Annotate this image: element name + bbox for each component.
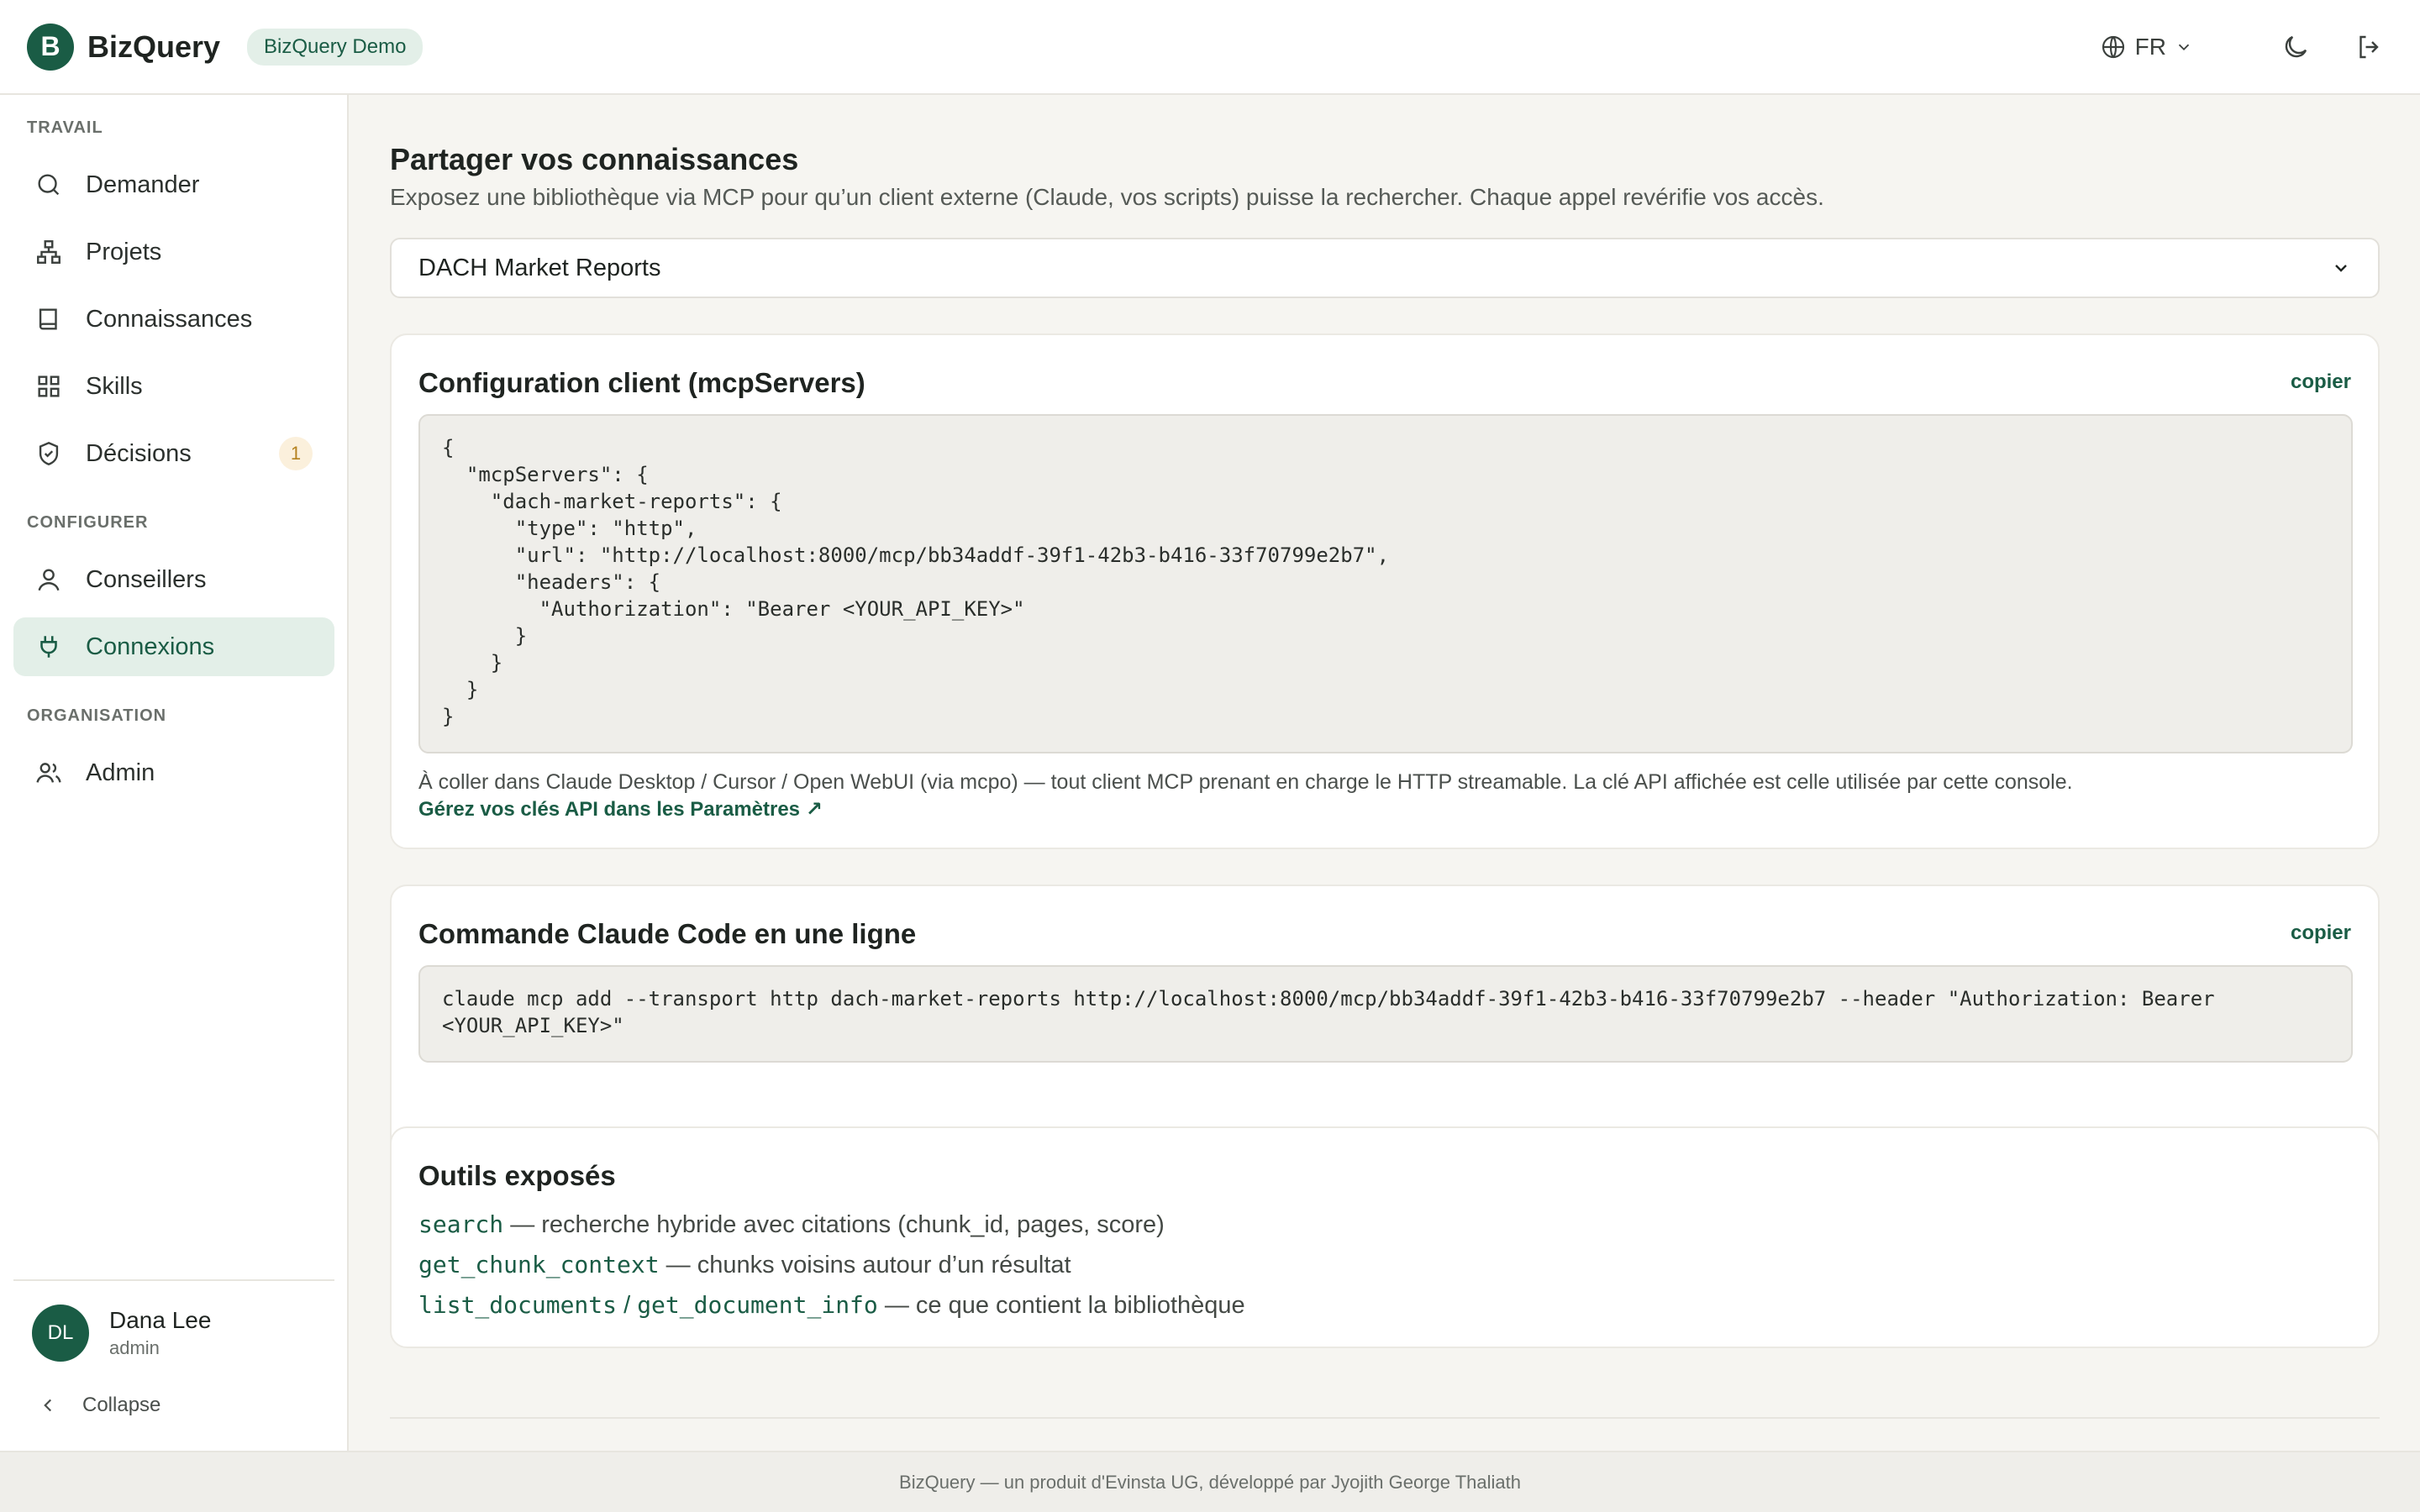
library-select-value: DACH Market Reports — [418, 254, 661, 281]
sidebar-item-label: Décisions — [86, 439, 192, 467]
config-card-title: Configuration client (mcpServers) — [418, 367, 865, 398]
config-note: À coller dans Claude Desktop / Cursor / … — [418, 770, 2073, 794]
copy-command-button[interactable]: copier — [2291, 921, 2351, 945]
plug-icon — [34, 632, 64, 662]
sidebar-item-label: Connaissances — [86, 305, 253, 333]
tool-name: list_documents — [418, 1291, 618, 1319]
chevron-left-icon — [37, 1394, 59, 1416]
sidebar-item-connaissances[interactable]: Connaissances — [13, 290, 334, 349]
tool-item: search — recherche hybride avec citation… — [418, 1210, 1165, 1239]
sidebar-item-decisions[interactable]: Décisions 1 — [13, 424, 334, 483]
page-subtitle: Exposez une bibliothèque via MCP pour qu… — [390, 184, 1824, 210]
collapse-label: Collapse — [82, 1394, 161, 1416]
collapse-button[interactable]: Collapse — [37, 1394, 160, 1417]
sidebar-item-label: Demander — [86, 171, 200, 198]
tool-description: — recherche hybride avec citations (chun… — [503, 1211, 1165, 1238]
sidebar-item-skills[interactable]: Skills — [13, 357, 334, 416]
tool-description: — ce que contient la bibliothèque — [877, 1292, 1245, 1319]
user-icon — [34, 564, 64, 595]
top-bar: B BizQuery BizQuery Demo FR — [0, 0, 2420, 95]
users-icon — [34, 758, 64, 788]
globe-icon — [2100, 34, 2127, 60]
footer: BizQuery — un produit d'Evinsta UG, déve… — [0, 1451, 2420, 1512]
decisions-count-badge: 1 — [279, 437, 313, 470]
footer-text: BizQuery — un produit d'Evinsta UG, déve… — [899, 1471, 1521, 1493]
tools-card-title: Outils exposés — [418, 1160, 616, 1191]
logo-icon: B — [27, 23, 74, 71]
config-card: Configuration client (mcpServers) copier… — [390, 333, 2380, 849]
grid-icon — [34, 371, 64, 402]
logout-icon — [2354, 32, 2385, 62]
sidebar: TRAVAIL Demander Projets Connaissances S… — [0, 95, 349, 1451]
section-label-travail: TRAVAIL — [27, 118, 103, 137]
dark-mode-toggle[interactable] — [2272, 24, 2319, 71]
section-label-configurer: CONFIGURER — [27, 513, 149, 532]
page-title: Partager vos connaissances — [390, 142, 799, 176]
language-selector[interactable]: FR — [2100, 34, 2193, 60]
tool-name: get_chunk_context — [418, 1251, 660, 1278]
tools-card: Outils exposés search — recherche hybrid… — [390, 1126, 2380, 1348]
logout-button[interactable] — [2346, 24, 2393, 71]
tool-name: get_document_info — [637, 1291, 878, 1319]
command-card-title: Commande Claude Code en une ligne — [418, 918, 917, 949]
app-name: BizQuery — [87, 29, 221, 64]
user-name: Dana Lee — [109, 1307, 212, 1333]
demo-badge: BizQuery Demo — [247, 28, 424, 66]
moon-icon — [2281, 32, 2311, 62]
command-code-block[interactable]: claude mcp add --transport http dach-mar… — [418, 965, 2353, 1063]
main-divider — [390, 1417, 2380, 1419]
library-select[interactable]: DACH Market Reports — [390, 238, 2380, 298]
user-profile[interactable]: DL Dana Lee admin — [32, 1305, 211, 1362]
book-icon — [34, 304, 64, 334]
hierarchy-icon — [34, 237, 64, 267]
sidebar-item-connexions[interactable]: Connexions — [13, 617, 334, 676]
avatar: DL — [32, 1305, 89, 1362]
manage-api-keys-link[interactable]: Gérez vos clés API dans les Paramètres ↗ — [418, 797, 823, 822]
section-label-organisation: ORGANISATION — [27, 706, 167, 725]
shield-check-icon — [34, 438, 64, 469]
chevron-down-icon — [2175, 38, 2193, 56]
sidebar-item-conseillers[interactable]: Conseillers — [13, 550, 334, 609]
chevron-down-icon — [2331, 258, 2351, 278]
tool-item: get_chunk_context — chunks voisins autou… — [418, 1251, 1071, 1279]
copy-config-button[interactable]: copier — [2291, 370, 2351, 394]
tool-item: list_documents / get_document_info — ce … — [418, 1291, 1245, 1320]
user-role: admin — [109, 1337, 160, 1358]
sidebar-item-label: Projets — [86, 238, 162, 265]
sidebar-item-label: Connexions — [86, 633, 215, 660]
tool-separator: / — [617, 1292, 638, 1319]
sidebar-item-projets[interactable]: Projets — [13, 223, 334, 281]
sidebar-divider — [13, 1279, 334, 1281]
tool-description: — chunks voisins autour d’un résultat — [659, 1252, 1071, 1278]
search-icon — [34, 170, 64, 200]
sidebar-item-label: Skills — [86, 372, 143, 400]
language-label: FR — [2134, 33, 2166, 60]
sidebar-item-admin[interactable]: Admin — [13, 743, 334, 802]
sidebar-item-label: Admin — [86, 759, 155, 786]
config-code-block[interactable]: { "mcpServers": { "dach-market-reports":… — [418, 414, 2353, 753]
sidebar-item-demander[interactable]: Demander — [13, 155, 334, 214]
tool-name: search — [418, 1210, 504, 1238]
sidebar-item-label: Conseillers — [86, 565, 207, 593]
